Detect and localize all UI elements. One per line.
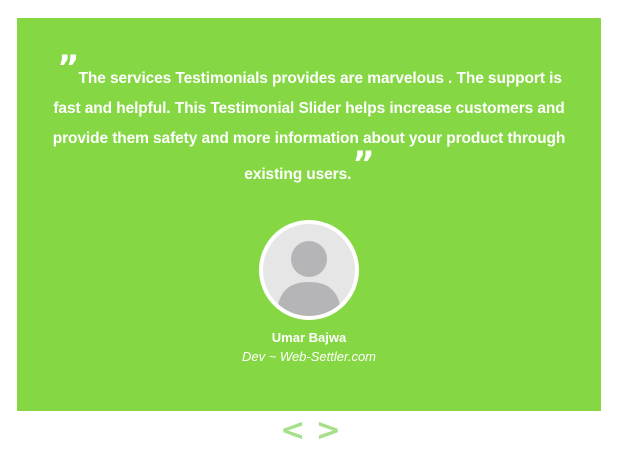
close-quote-icon: ” <box>352 144 374 184</box>
author-name: Umar Bajwa <box>271 330 347 345</box>
chevron-left-icon[interactable]: < <box>280 413 305 449</box>
user-placeholder-icon <box>263 224 355 316</box>
testimonial-quote: ”The services Testimonials provides are … <box>47 48 571 190</box>
chevron-right-icon[interactable]: > <box>316 413 341 449</box>
avatar <box>259 220 359 320</box>
author-role: Dev ~ Web-Settler.com <box>241 349 377 364</box>
open-quote-icon: ” <box>57 48 79 88</box>
testimonial-text: The services Testimonials provides are m… <box>52 70 566 183</box>
slider-navigation: < > <box>0 413 621 449</box>
testimonial-card: ”The services Testimonials provides are … <box>17 18 601 411</box>
